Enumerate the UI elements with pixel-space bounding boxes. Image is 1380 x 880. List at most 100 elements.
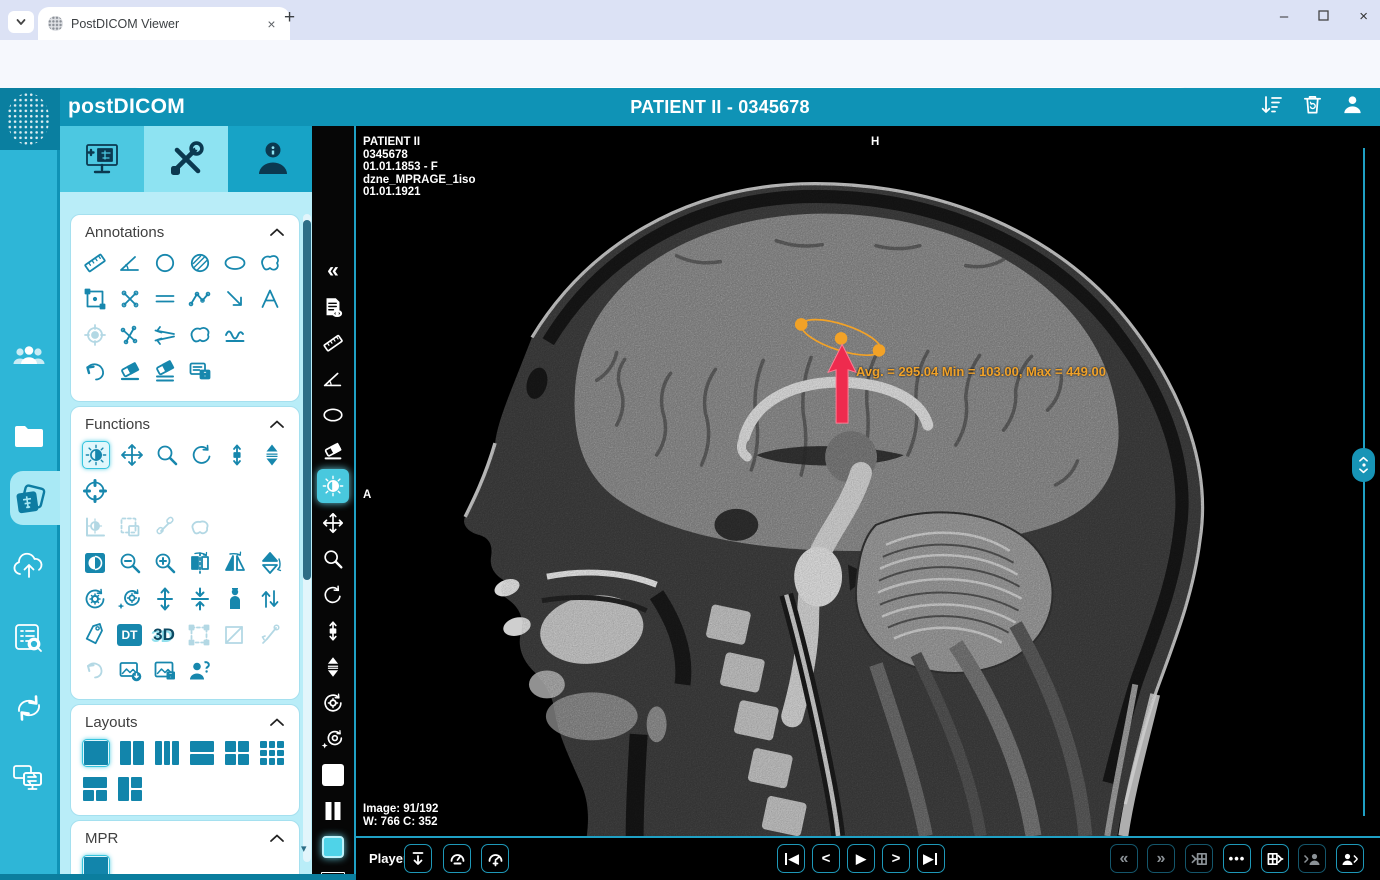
eraser-icon[interactable]: [117, 358, 143, 384]
scroll-vertical-icon[interactable]: [224, 442, 250, 468]
collapse-vertical-icon[interactable]: [187, 586, 213, 612]
undo-annotation-icon[interactable]: [82, 358, 108, 384]
dicom-tags-button[interactable]: DT: [117, 624, 142, 646]
sidebar-item-share-monitors[interactable]: [0, 762, 57, 792]
auto-rotate-icon[interactable]: [312, 686, 354, 720]
functions-header[interactable]: Functions: [71, 407, 299, 437]
layout-2x2[interactable]: [224, 740, 250, 766]
tab-close-icon[interactable]: ×: [263, 15, 280, 32]
stack-scroll-icon[interactable]: [259, 442, 285, 468]
rotate-window-icon[interactable]: [312, 722, 354, 756]
sidebar-item-folders[interactable]: [0, 422, 57, 450]
collapse-chevron-icon[interactable]: [269, 830, 285, 847]
crop-box-icon[interactable]: [186, 622, 212, 648]
last-image-button[interactable]: ▶: [917, 844, 945, 873]
layout-1-top-2-bottom[interactable]: [82, 776, 108, 802]
collapse-chevron-icon[interactable]: [269, 714, 285, 731]
layout-1x1-selected[interactable]: [82, 739, 110, 767]
layout-current-icon[interactable]: [312, 830, 354, 864]
window-level-icon-selected[interactable]: [317, 469, 349, 503]
image-viewport[interactable]: PATIENT II 0345678 01.01.1853 - F dzne_M…: [356, 126, 1380, 838]
export-image-icon[interactable]: [117, 658, 143, 684]
window-close-button[interactable]: ×: [1359, 8, 1368, 25]
speed-up-button[interactable]: [481, 844, 509, 873]
recycle-bin-icon[interactable]: [1301, 93, 1324, 122]
zoom-out-icon[interactable]: [117, 550, 143, 576]
series-scrollbar-track[interactable]: [1363, 148, 1365, 816]
layout-1x1-icon[interactable]: [312, 758, 354, 792]
zoom-in-icon[interactable]: [152, 550, 178, 576]
parallel-lines-icon[interactable]: [152, 286, 178, 312]
previous-stack-button[interactable]: [1185, 844, 1213, 873]
pan-icon[interactable]: [312, 506, 354, 540]
collapse-panel-icon[interactable]: «: [312, 254, 354, 288]
browser-tab-active[interactable]: PostDICOM Viewer ×: [38, 7, 290, 40]
polyline-icon[interactable]: [187, 286, 213, 312]
angle-tool-icon[interactable]: [117, 250, 143, 276]
window-maximize-button[interactable]: [1318, 8, 1329, 25]
sidebar-item-sync[interactable]: [0, 692, 57, 724]
layout-1x3[interactable]: [154, 740, 180, 766]
postdicom-logo[interactable]: postDICOM: [68, 95, 185, 119]
save-annotation-icon[interactable]: [187, 358, 213, 384]
open-cross-icon[interactable]: [117, 322, 143, 348]
region-windowing-icon[interactable]: [117, 514, 143, 540]
circle-roi-icon[interactable]: [152, 250, 178, 276]
series-scrollbar-handle[interactable]: [1352, 448, 1375, 482]
panel-scrollbar-thumb[interactable]: [303, 220, 311, 580]
previous-series-button[interactable]: «: [1110, 844, 1138, 873]
ellipse-roi-icon[interactable]: [222, 250, 248, 276]
panel-scrollbar[interactable]: [303, 214, 311, 862]
clear-crop-icon[interactable]: [221, 622, 247, 648]
bone-windowing-icon[interactable]: [152, 514, 178, 540]
text-annotation-icon[interactable]: [257, 286, 283, 312]
rotate-icon[interactable]: [312, 578, 354, 612]
rotate-tool-icon[interactable]: [189, 442, 215, 468]
sort-descending-icon[interactable]: [1260, 93, 1284, 122]
mpr-header[interactable]: MPR: [71, 821, 299, 851]
expand-vertical-icon[interactable]: [152, 586, 178, 612]
cross-measure-icon[interactable]: [117, 286, 143, 312]
pause-cine-icon[interactable]: [312, 794, 354, 828]
ruler-tool-icon[interactable]: [82, 250, 108, 276]
pan-tool-icon[interactable]: [119, 442, 145, 468]
invert-tool-icon[interactable]: [82, 550, 108, 576]
closed-freehand-icon[interactable]: [187, 322, 213, 348]
localizer-tool-icon[interactable]: [82, 478, 108, 504]
three-d-button[interactable]: 3D: [151, 622, 177, 648]
arrow-annotation-icon[interactable]: [222, 286, 248, 312]
speed-down-button[interactable]: [443, 844, 471, 873]
collapse-chevron-icon[interactable]: [269, 224, 285, 241]
rotate-window-icon[interactable]: [117, 586, 143, 612]
tab-annotation-tools-active[interactable]: [144, 126, 228, 192]
sidebar-item-patients[interactable]: [0, 341, 57, 373]
collapse-chevron-icon[interactable]: [269, 416, 285, 433]
stack-scroll-icon[interactable]: [312, 650, 354, 684]
layout-1x2[interactable]: [119, 740, 145, 766]
layout-2x1[interactable]: [189, 740, 215, 766]
freehand-windowing-icon[interactable]: [187, 514, 213, 540]
previous-patient-button[interactable]: [1298, 844, 1326, 873]
eraser-icon[interactable]: [312, 434, 354, 468]
rectangle-roi-icon[interactable]: [82, 286, 108, 312]
mirror-icon[interactable]: [222, 550, 248, 576]
freehand-roi-icon[interactable]: [257, 250, 283, 276]
layouts-header[interactable]: Layouts: [71, 705, 299, 735]
patient-question-icon[interactable]: [187, 658, 213, 684]
spline-curve-icon[interactable]: [222, 322, 248, 348]
ellipse-roi-icon[interactable]: [312, 398, 354, 432]
next-stack-button[interactable]: [1261, 844, 1289, 873]
auto-rotate-icon[interactable]: [82, 586, 108, 612]
sidebar-item-order-search[interactable]: [0, 622, 57, 655]
next-patient-button[interactable]: [1336, 844, 1364, 873]
tag-icon[interactable]: [82, 622, 108, 648]
patient-orientation-icon[interactable]: [222, 586, 248, 612]
mri-sagittal-image[interactable]: [356, 126, 1380, 836]
annotations-header[interactable]: Annotations: [71, 215, 299, 245]
more-options-button[interactable]: •••: [1223, 844, 1251, 873]
sidebar-item-images-selected[interactable]: [0, 481, 57, 517]
probe-tool-icon[interactable]: [256, 622, 282, 648]
cobb-angle-icon[interactable]: [152, 322, 178, 348]
flip-horizontal-icon[interactable]: [187, 550, 213, 576]
roi-handle[interactable]: [835, 332, 848, 345]
